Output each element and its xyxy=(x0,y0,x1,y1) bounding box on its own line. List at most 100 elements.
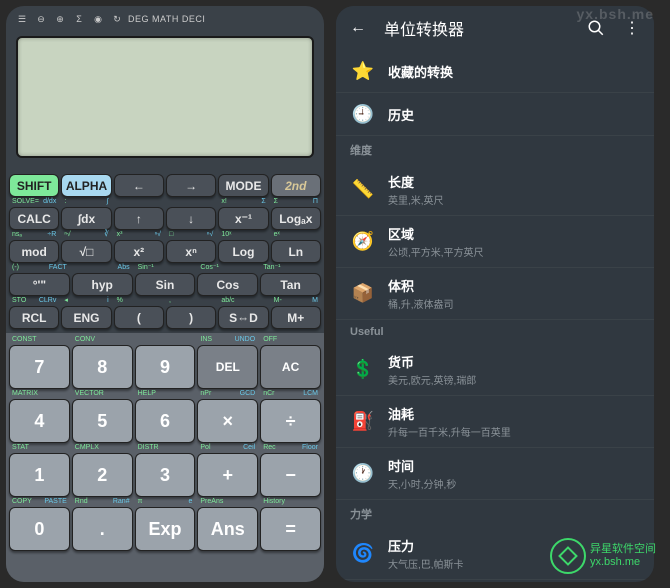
key-−[interactable]: − xyxy=(260,453,321,497)
stamp-line2: yx.bsh.me xyxy=(590,556,656,569)
key-5[interactable]: 5 xyxy=(72,399,133,443)
category-icon: 🕘 xyxy=(350,101,376,127)
key-sin[interactable]: Sin xyxy=(135,273,196,296)
key-m+[interactable]: M+ xyxy=(271,306,321,329)
converter-list: ⭐ 收藏的转换 🕘 历史 维度📏 长度 英里,米,英尺 🧭 区域 公顷,平方米,… xyxy=(336,50,654,582)
mode-deci[interactable]: DECI xyxy=(182,14,206,24)
sigma-icon[interactable]: Σ xyxy=(71,11,87,27)
zoom-in-icon[interactable]: ⊕ xyxy=(52,11,68,27)
key-9[interactable]: 9 xyxy=(135,345,196,389)
key-rcl[interactable]: RCL xyxy=(9,306,59,329)
key-.[interactable]: . xyxy=(72,507,133,551)
key-→[interactable]: → xyxy=(166,174,216,197)
item-label: 时间 xyxy=(388,456,456,475)
key-6[interactable]: 6 xyxy=(135,399,196,443)
key-8[interactable]: 8 xyxy=(72,345,133,389)
key-2[interactable]: 2 xyxy=(72,453,133,497)
item-sub: 英里,米,英尺 xyxy=(388,192,444,207)
key-logₐx[interactable]: Logₐx xyxy=(271,207,321,230)
key-shift[interactable]: SHIFT xyxy=(9,174,59,197)
key-√□[interactable]: √□ xyxy=(61,240,111,263)
key-1[interactable]: 1 xyxy=(9,453,70,497)
key-↑[interactable]: ↑ xyxy=(114,207,164,230)
key-s⇔d[interactable]: S⇔D xyxy=(218,306,268,329)
key-del[interactable]: DEL xyxy=(197,345,258,389)
stamp: 异星软件空间 yx.bsh.me xyxy=(550,538,656,574)
watermark: yx.bsh.me xyxy=(577,6,654,22)
menu-icon[interactable]: ☰ xyxy=(14,11,30,27)
key-÷[interactable]: ÷ xyxy=(260,399,321,443)
stamp-line1: 异星软件空间 xyxy=(590,543,656,556)
item-label: 体积 xyxy=(388,276,454,295)
list-item[interactable]: 🧭 区域 公顷,平方米,平方英尺 xyxy=(336,216,654,268)
list-item[interactable]: 🕘 历史 xyxy=(336,93,654,136)
key-=[interactable]: = xyxy=(260,507,321,551)
camera-icon[interactable]: ◉ xyxy=(90,11,106,27)
list-item[interactable]: 💲 货币 美元,欧元,英镑,瑞郎 xyxy=(336,344,654,396)
key-ac[interactable]: AC xyxy=(260,345,321,389)
zoom-out-icon[interactable]: ⊖ xyxy=(33,11,49,27)
sync-icon[interactable]: ↻ xyxy=(109,11,125,27)
key-mod[interactable]: mod xyxy=(9,240,59,263)
page-title: 单位转换器 xyxy=(384,16,570,40)
list-item[interactable]: ⚖ 质量 千克,盎司 xyxy=(336,580,654,582)
category-icon: 📦 xyxy=(350,281,376,307)
list-item[interactable]: 🕐 时间 天,小时,分钟,秒 xyxy=(336,448,654,500)
key-x²[interactable]: x² xyxy=(114,240,164,263)
key-0[interactable]: 0 xyxy=(9,507,70,551)
section-header: 维度 xyxy=(336,136,654,164)
keypad: SHIFT ALPHA ← → MODE 2nd SOLVE=d/dx CALC… xyxy=(6,162,324,582)
category-icon: 🌀 xyxy=(350,541,376,567)
category-icon: 🧭 xyxy=(350,229,376,255)
key-4[interactable]: 4 xyxy=(9,399,70,443)
item-sub: 美元,欧元,英镑,瑞郎 xyxy=(388,372,476,387)
calculator-app: ☰ ⊖ ⊕ Σ ◉ ↻ DEG MATH DECI SHIFT ALPHA ← … xyxy=(6,6,324,582)
list-item[interactable]: ⭐ 收藏的转换 xyxy=(336,50,654,93)
key-exp[interactable]: Exp xyxy=(135,507,196,551)
item-sub: 天,小时,分钟,秒 xyxy=(388,476,456,491)
section-header: 力学 xyxy=(336,500,654,528)
key-eng[interactable]: ENG xyxy=(61,306,111,329)
key-∫dx[interactable]: ∫dx xyxy=(61,207,111,230)
key-hyp[interactable]: hyp xyxy=(72,273,133,296)
key-2nd[interactable]: 2nd xyxy=(271,174,321,197)
key-←[interactable]: ← xyxy=(114,174,164,197)
section-header: Useful xyxy=(336,320,654,344)
key-x⁻¹[interactable]: x⁻¹ xyxy=(218,207,268,230)
item-label: 区域 xyxy=(388,224,484,243)
category-icon: ⛽ xyxy=(350,409,376,435)
key-xⁿ[interactable]: xⁿ xyxy=(166,240,216,263)
key-)[interactable]: ) xyxy=(166,306,216,329)
item-sub: 升每一百千米,升每一百英里 xyxy=(388,424,511,439)
list-item[interactable]: 📦 体积 桶,升,液体盎司 xyxy=(336,268,654,320)
toolbar: ☰ ⊖ ⊕ Σ ◉ ↻ DEG MATH DECI xyxy=(6,6,324,32)
key-log[interactable]: Log xyxy=(218,240,268,263)
calc-display xyxy=(16,36,314,158)
item-sub: 大气压,巴,帕斯卡 xyxy=(388,556,464,571)
key-↓[interactable]: ↓ xyxy=(166,207,216,230)
key-°'[interactable]: °'" xyxy=(9,273,70,296)
key-3[interactable]: 3 xyxy=(135,453,196,497)
item-sub: 公顷,平方米,平方英尺 xyxy=(388,244,484,259)
key-7[interactable]: 7 xyxy=(9,345,70,389)
key-alpha[interactable]: ALPHA xyxy=(61,174,111,197)
key-ln[interactable]: Ln xyxy=(271,240,321,263)
key-+[interactable]: + xyxy=(197,453,258,497)
key-tan[interactable]: Tan xyxy=(260,273,321,296)
key-calc[interactable]: CALC xyxy=(9,207,59,230)
item-label: 货币 xyxy=(388,352,476,371)
mode-deg[interactable]: DEG xyxy=(128,14,149,24)
item-label: 长度 xyxy=(388,172,444,191)
unit-converter-app: ← 单位转换器 ⋮ ⭐ 收藏的转换 🕘 历史 维度📏 长度 英里,米,英尺 🧭 … xyxy=(336,6,654,582)
list-item[interactable]: 📏 长度 英里,米,英尺 xyxy=(336,164,654,216)
mode-math[interactable]: MATH xyxy=(152,14,179,24)
category-icon: ⭐ xyxy=(350,58,376,84)
key-([interactable]: ( xyxy=(114,306,164,329)
key-×[interactable]: × xyxy=(197,399,258,443)
back-icon[interactable]: ← xyxy=(348,18,368,38)
item-sub: 桶,升,液体盎司 xyxy=(388,296,454,311)
key-ans[interactable]: Ans xyxy=(197,507,258,551)
key-mode[interactable]: MODE xyxy=(218,174,268,197)
key-cos[interactable]: Cos xyxy=(197,273,258,296)
list-item[interactable]: ⛽ 油耗 升每一百千米,升每一百英里 xyxy=(336,396,654,448)
